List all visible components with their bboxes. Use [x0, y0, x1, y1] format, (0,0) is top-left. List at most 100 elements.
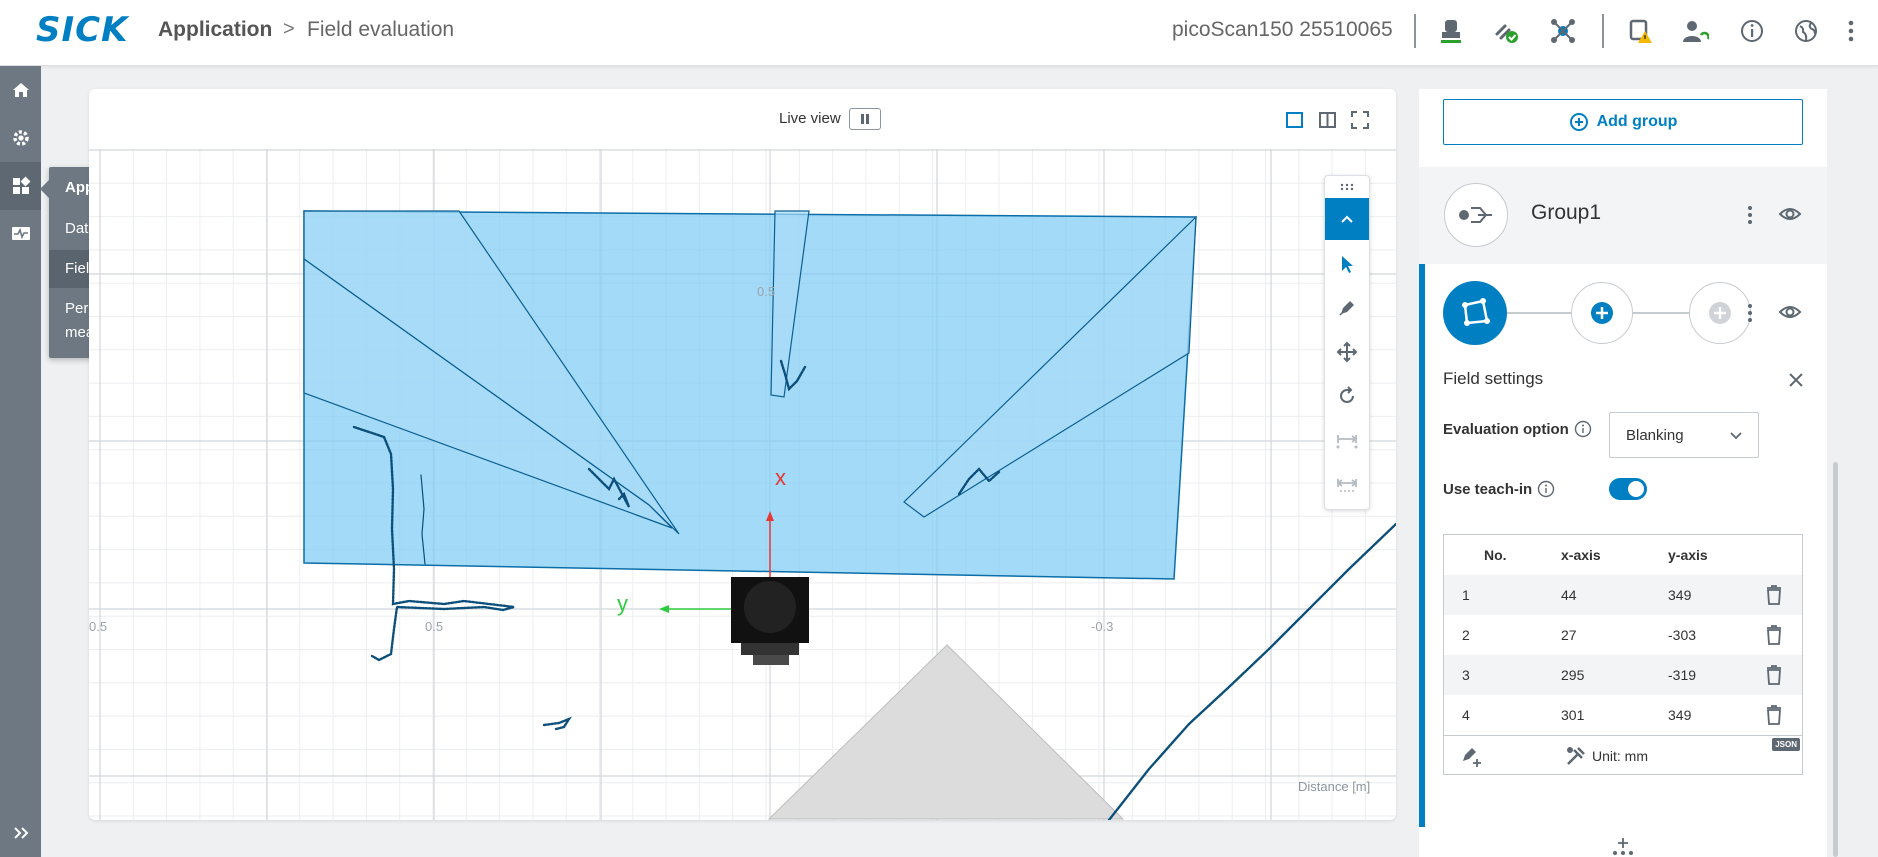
evaluation-option-label: Evaluation option [1443, 421, 1569, 438]
group-header[interactable]: Group1 [1419, 167, 1827, 264]
row-x[interactable]: 295 [1561, 667, 1584, 683]
y-axis-label: y [617, 591, 628, 616]
step-connector [1633, 312, 1689, 314]
toggle-knob [1628, 481, 1644, 497]
table-footer: Unit: mm JSON [1444, 735, 1802, 774]
delete-trash-icon[interactable] [1764, 624, 1784, 646]
json-export-badge[interactable]: JSON [1772, 738, 1800, 751]
delete-trash-icon[interactable] [1764, 704, 1784, 726]
add-node-icon[interactable] [1612, 836, 1634, 856]
distance-unit-label: Distance [m] [1298, 779, 1371, 794]
select-pointer-icon[interactable] [1325, 242, 1369, 286]
pause-icon [861, 114, 869, 124]
row-x[interactable]: 301 [1561, 707, 1584, 723]
info-icon[interactable] [1735, 14, 1769, 48]
pause-button[interactable] [849, 108, 881, 130]
rotate-icon[interactable] [1325, 374, 1369, 418]
header-x-axis: x-axis [1561, 547, 1601, 563]
draw-pen-icon[interactable] [1325, 286, 1369, 330]
connection-ok-icon[interactable] [1489, 14, 1523, 48]
field-shape-step-icon[interactable] [1443, 281, 1507, 345]
move-arrows-icon[interactable] [1325, 330, 1369, 374]
add-group-label: Add group [1596, 113, 1678, 130]
x-axis-label: x [775, 465, 786, 490]
more-menu-icon[interactable] [1834, 14, 1868, 48]
row-no: 2 [1462, 627, 1470, 643]
settings-gear-icon[interactable] [0, 114, 41, 162]
network-status-icon[interactable] [1546, 14, 1580, 48]
breadcrumb-current-page: Field evaluation [307, 18, 455, 41]
tick-label: 0.5 [89, 619, 108, 634]
add-group-button[interactable]: Add group [1443, 99, 1803, 145]
expand-rail-icon[interactable] [0, 809, 41, 857]
split-view-icon[interactable] [1317, 109, 1339, 131]
group-settings-panel: Add group Group1 Field settings Evaluati… [1419, 89, 1827, 857]
sensor-field-of-view [767, 644, 1125, 820]
table-row[interactable]: 4 301 349 [1444, 695, 1802, 735]
group-visibility-eye-icon[interactable] [1778, 204, 1802, 224]
row-y[interactable]: 349 [1668, 587, 1691, 603]
save-warning-icon[interactable] [1623, 14, 1657, 48]
collapse-toolbar-icon[interactable] [1325, 198, 1369, 240]
delete-trash-icon[interactable] [1764, 584, 1784, 606]
unit-tools-icon[interactable] [1564, 744, 1588, 768]
field-visibility-eye-icon[interactable] [1778, 302, 1802, 322]
field-plot-canvas[interactable] [89, 149, 1396, 820]
home-icon[interactable] [0, 66, 41, 114]
application-dashboard-icon[interactable] [0, 162, 41, 210]
app-header: SICK Application > Field evaluation pico… [0, 0, 1878, 66]
sick-logo[interactable]: SICK [36, 10, 128, 50]
add-step-icon[interactable] [1571, 282, 1633, 344]
group-logic-icon [1444, 183, 1508, 247]
row-y[interactable]: 349 [1668, 707, 1691, 723]
row-y[interactable]: -319 [1668, 667, 1696, 683]
add-point-pen-icon[interactable] [1460, 744, 1484, 768]
chevron-down-icon [1730, 432, 1742, 440]
live-view-panel: Live view x y 0.5 0.5 0.5 -0.3 Distance … [89, 89, 1396, 820]
teach-in-label: Use teach-in [1443, 481, 1533, 498]
step-connector [1507, 312, 1571, 314]
teach-in-info-icon[interactable] [1537, 480, 1555, 498]
group-name: Group1 [1531, 201, 1602, 224]
evaluation-option-select[interactable]: Blanking [1609, 412, 1759, 458]
evaluation-info-icon[interactable] [1574, 420, 1592, 438]
row-no: 1 [1462, 587, 1470, 603]
measure-distance-icon[interactable] [1325, 418, 1369, 462]
table-row[interactable]: 1 44 349 [1444, 575, 1802, 615]
teach-in-toggle[interactable] [1609, 478, 1647, 500]
row-no: 4 [1462, 707, 1470, 723]
y-axis-arrowhead [659, 605, 669, 613]
panel-scrollbar[interactable] [1833, 462, 1838, 857]
table-header: No. x-axis y-axis [1444, 535, 1802, 575]
tick-label: 0.5 [757, 284, 776, 299]
diagnostics-monitor-icon[interactable] [0, 210, 41, 258]
row-y[interactable]: -303 [1668, 627, 1696, 643]
toolbar-drag-handle-icon[interactable] [1325, 176, 1369, 198]
table-row[interactable]: 3 295 -319 [1444, 655, 1802, 695]
evaluation-option-value: Blanking [1626, 426, 1684, 444]
user-login-icon[interactable] [1678, 14, 1712, 48]
field-more-icon[interactable] [1744, 301, 1756, 325]
breadcrumb-application[interactable]: Application [158, 18, 272, 42]
plus-circle-icon [1569, 113, 1588, 131]
drawing-toolbar [1324, 175, 1370, 510]
row-x[interactable]: 27 [1561, 627, 1577, 643]
field-points-table: No. x-axis y-axis 1 44 349 2 27 -303 3 2… [1443, 534, 1803, 775]
row-x[interactable]: 44 [1561, 587, 1577, 603]
single-view-icon[interactable] [1284, 109, 1306, 131]
table-row[interactable]: 2 27 -303 [1444, 615, 1802, 655]
delete-trash-icon[interactable] [1764, 664, 1784, 686]
unit-label: Unit: mm [1592, 748, 1648, 764]
tick-label: 0.5 [425, 619, 444, 634]
measure-width-icon[interactable] [1325, 462, 1369, 506]
field-settings-title: Field settings [1443, 369, 1544, 388]
device-connected-icon[interactable] [1434, 14, 1468, 48]
live-view-label: Live view [779, 110, 841, 127]
breadcrumb-separator: > [283, 18, 295, 40]
language-globe-icon[interactable] [1789, 14, 1823, 48]
left-nav-rail [0, 66, 41, 857]
fullscreen-icon[interactable] [1349, 109, 1371, 131]
close-icon[interactable] [1786, 370, 1806, 390]
group-more-icon[interactable] [1744, 203, 1756, 227]
active-group-indicator [1419, 264, 1425, 827]
